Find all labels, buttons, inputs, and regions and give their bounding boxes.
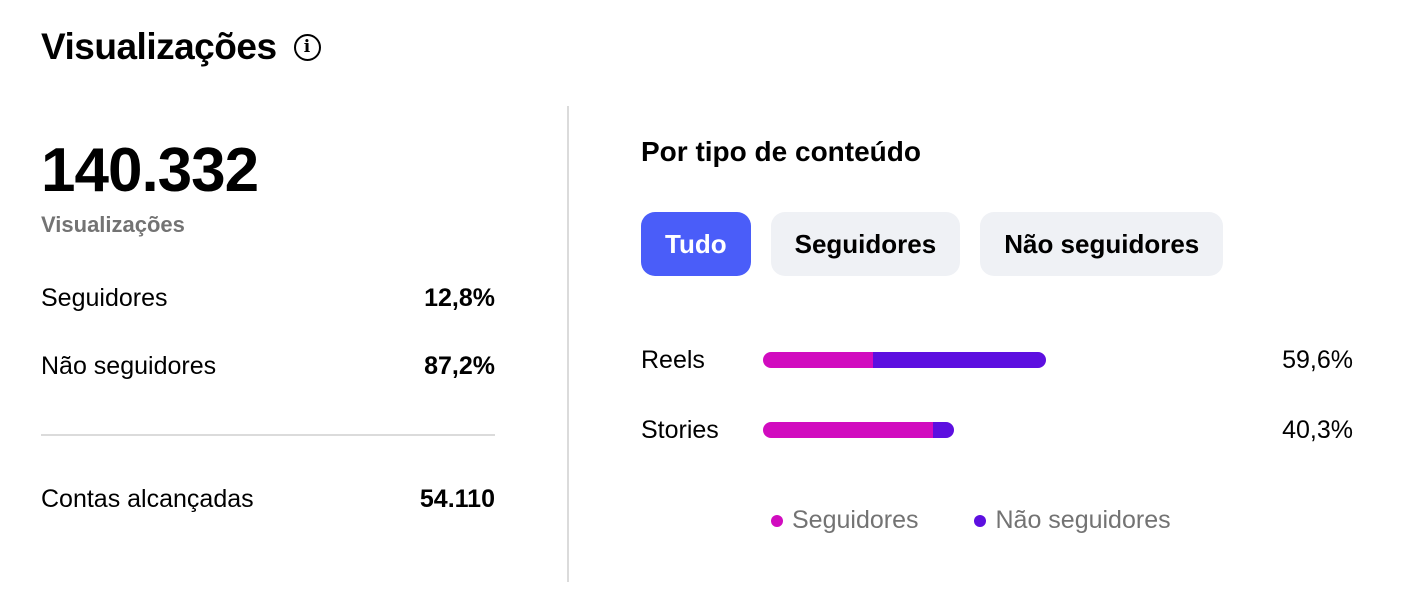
legend-item-followers: Seguidores — [771, 506, 918, 535]
legend: Seguidores Não seguidores — [771, 506, 1227, 535]
info-icon[interactable]: i — [293, 33, 321, 61]
legend-label: Seguidores — [792, 506, 919, 534]
stat-label: Contas alcançadas — [41, 485, 254, 513]
bar-track — [763, 352, 1193, 368]
summary-panel: 140.332 Visualizações Seguidores 12,8% N… — [41, 130, 495, 513]
section-title: Por tipo de conteúdo — [641, 136, 921, 167]
filter-tabs: Tudo Seguidores Não seguidores — [641, 212, 1243, 276]
stat-row-non-followers: Não seguidores 87,2% — [41, 352, 495, 381]
bar-percent: 59,6% — [1282, 345, 1353, 374]
total-views-value: 140.332 — [41, 136, 259, 205]
stacked-bar — [763, 352, 1046, 368]
stat-row-followers: Seguidores 12,8% — [41, 284, 495, 313]
bar-percent: 40,3% — [1282, 415, 1353, 444]
stat-value: 54.110 — [419, 485, 495, 513]
followers-segment — [763, 422, 933, 438]
non-followers-segment — [873, 352, 1046, 368]
followers-segment — [763, 352, 873, 368]
page-title: Visualizações — [41, 26, 277, 67]
bar-label: Stories — [641, 415, 719, 444]
stacked-bar — [763, 422, 954, 438]
non-followers-dot-icon — [974, 514, 987, 527]
legend-item-non-followers: Não seguidores — [974, 506, 1171, 535]
tab-non-followers[interactable]: Não seguidores — [980, 212, 1224, 276]
legend-label: Não seguidores — [995, 506, 1171, 534]
divider — [41, 434, 495, 436]
tab-all[interactable]: Tudo — [641, 212, 751, 276]
header: Visualizações i — [41, 26, 321, 68]
stat-value: 12,8% — [424, 284, 495, 312]
bar-track — [763, 422, 1193, 438]
bar-label: Reels — [641, 345, 705, 374]
followers-dot-icon — [771, 514, 783, 527]
bar-row-reels: Reels 59,6% — [641, 340, 1353, 380]
stat-value: 87,2% — [424, 352, 495, 380]
non-followers-segment — [933, 422, 954, 438]
stat-label: Não seguidores — [41, 352, 217, 380]
total-views-caption: Visualizações — [41, 212, 185, 237]
vertical-divider — [567, 106, 569, 582]
stat-row-accounts-reached: Contas alcançadas 54.110 — [41, 485, 495, 514]
stat-label: Seguidores — [41, 284, 168, 312]
tab-followers[interactable]: Seguidores — [770, 212, 961, 276]
bar-row-stories: Stories 40,3% — [641, 410, 1353, 450]
